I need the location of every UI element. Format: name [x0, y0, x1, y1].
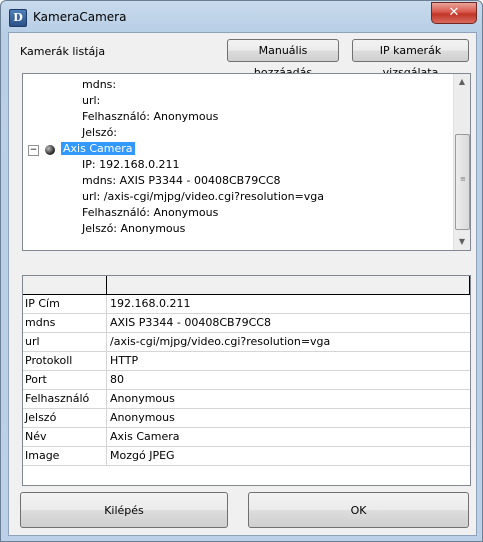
table-row[interactable]: Név Axis Camera — [23, 428, 470, 447]
property-value[interactable]: 80 — [107, 371, 470, 389]
tree-line: Jelszó: — [82, 126, 118, 139]
property-key: Image — [23, 447, 107, 465]
grid-header-key — [23, 276, 107, 294]
table-row[interactable]: mdns AXIS P3344 - 00408CB79CC8 — [23, 314, 470, 333]
scroll-down-icon[interactable]: ▼ — [454, 234, 470, 250]
exit-button[interactable]: Kilépés — [20, 492, 228, 528]
tree-line: url: /axis-cgi/mjpg/video.cgi?resolution… — [82, 190, 325, 203]
tree-line: Jelszó: Anonymous — [82, 222, 186, 235]
grid-header-value — [107, 276, 470, 294]
tree-item-label: Axis Camera — [61, 142, 135, 155]
properties-grid[interactable]: IP Cím 192.168.0.211 mdns AXIS P3344 - 0040… — [22, 275, 471, 486]
table-row[interactable]: Protokoll HTTP — [23, 352, 470, 371]
tree-line: url: — [82, 94, 101, 107]
property-value[interactable]: Anonymous — [107, 390, 470, 408]
table-row[interactable]: IP Cím 192.168.0.211 — [23, 295, 470, 314]
tree-item-axis-camera[interactable]: Axis Camera — [61, 142, 135, 155]
property-value[interactable]: Axis Camera — [107, 428, 470, 446]
property-key: Név — [23, 428, 107, 446]
property-value[interactable]: Mozgó JPEG — [107, 447, 470, 465]
property-key: url — [23, 333, 107, 351]
property-value[interactable]: AXIS P3344 - 00408CB79CC8 — [107, 314, 470, 332]
table-row[interactable]: Jelszó Anonymous — [23, 409, 470, 428]
dialog-body: Kamerák listája Manuális hozzáadás IP ka… — [8, 32, 477, 536]
grid-header — [23, 276, 470, 295]
window-title: KameraCamera — [33, 10, 127, 24]
table-row[interactable]: Port 80 — [23, 371, 470, 390]
tree-line: mdns: — [82, 78, 117, 91]
property-key: mdns — [23, 314, 107, 332]
tree-line: Felhasználó: Anonymous — [82, 110, 219, 123]
camera-icon — [45, 145, 55, 155]
property-value[interactable]: 192.168.0.211 — [107, 295, 470, 313]
tree-line: IP: 192.168.0.211 — [82, 158, 180, 171]
ok-button[interactable]: OK — [248, 492, 469, 528]
camera-list-label: Kamerák listája — [20, 45, 106, 58]
table-row[interactable]: Felhasználó Anonymous — [23, 390, 470, 409]
table-row[interactable]: url/axis-cgi/mjpg/video.cgi?resolution=v… — [23, 333, 470, 352]
close-button[interactable]: ✕ — [431, 2, 477, 24]
tree-line: Felhasználó: Anonymous — [82, 206, 219, 219]
property-value[interactable]: HTTP — [107, 352, 470, 370]
title-bar[interactable]: D KameraCamera ✕ — [1, 1, 482, 33]
app-window: D KameraCamera ✕ Kamerák listája Manuáli… — [0, 0, 483, 542]
property-key: Port — [23, 371, 107, 389]
manual-add-button[interactable]: Manuális hozzáadás — [227, 39, 339, 79]
property-value[interactable]: Anonymous — [107, 409, 470, 427]
property-value[interactable]: /axis-cgi/mjpg/video.cgi?resolution=vga — [107, 333, 470, 351]
app-icon[interactable]: D — [9, 9, 27, 27]
property-key: Protokoll — [23, 352, 107, 370]
property-key: Felhasználó — [23, 390, 107, 408]
table-row[interactable]: Image Mozgó JPEG — [23, 447, 470, 466]
camera-tree[interactable]: mdns: url: Felhasználó: Anonymous Jelszó… — [22, 73, 471, 251]
property-key: Jelszó — [23, 409, 107, 427]
tree-line: mdns: AXIS P3344 - 00408CB79CC8 — [82, 174, 281, 187]
property-key: IP Cím — [23, 295, 107, 313]
collapse-icon[interactable]: − — [28, 145, 39, 156]
scroll-up-icon[interactable]: ▲ — [454, 74, 470, 90]
tree-scrollbar[interactable]: ▲ ≡ ▼ — [453, 74, 470, 250]
scan-ip-cameras-button[interactable]: IP kamerák vizsgálata — [352, 39, 469, 79]
grip-icon: ≡ — [460, 175, 466, 183]
scroll-thumb[interactable]: ≡ — [455, 134, 470, 230]
